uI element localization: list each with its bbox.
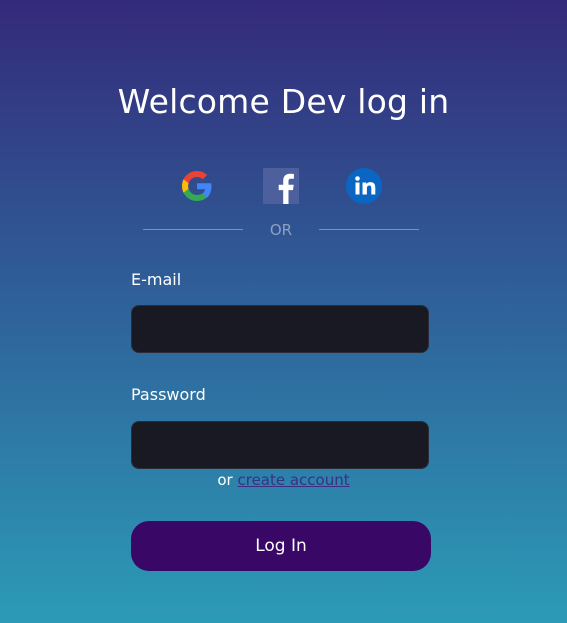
divider-line-left bbox=[143, 229, 243, 230]
divider-line-right bbox=[319, 229, 419, 230]
google-icon bbox=[182, 171, 212, 201]
or-text: OR bbox=[269, 221, 293, 239]
email-field[interactable] bbox=[131, 305, 429, 353]
create-account-prefix: or bbox=[217, 471, 233, 489]
linkedin-login-button[interactable] bbox=[344, 166, 384, 206]
password-label: Password bbox=[131, 385, 206, 404]
create-account-row: or create account bbox=[0, 469, 567, 491]
create-account-link[interactable]: create account bbox=[237, 471, 349, 489]
facebook-icon bbox=[263, 168, 299, 204]
password-field[interactable] bbox=[131, 421, 429, 469]
or-divider: OR bbox=[143, 218, 419, 242]
login-button[interactable]: Log In bbox=[131, 521, 431, 571]
login-page: Welcome Dev log in OR E-mail Password or… bbox=[0, 0, 567, 623]
email-label: E-mail bbox=[131, 270, 182, 289]
google-login-button[interactable] bbox=[177, 166, 217, 206]
social-login-row bbox=[0, 164, 567, 206]
linkedin-icon bbox=[346, 168, 382, 204]
page-title: Welcome Dev log in bbox=[117, 82, 450, 121]
facebook-login-button[interactable] bbox=[261, 166, 301, 206]
